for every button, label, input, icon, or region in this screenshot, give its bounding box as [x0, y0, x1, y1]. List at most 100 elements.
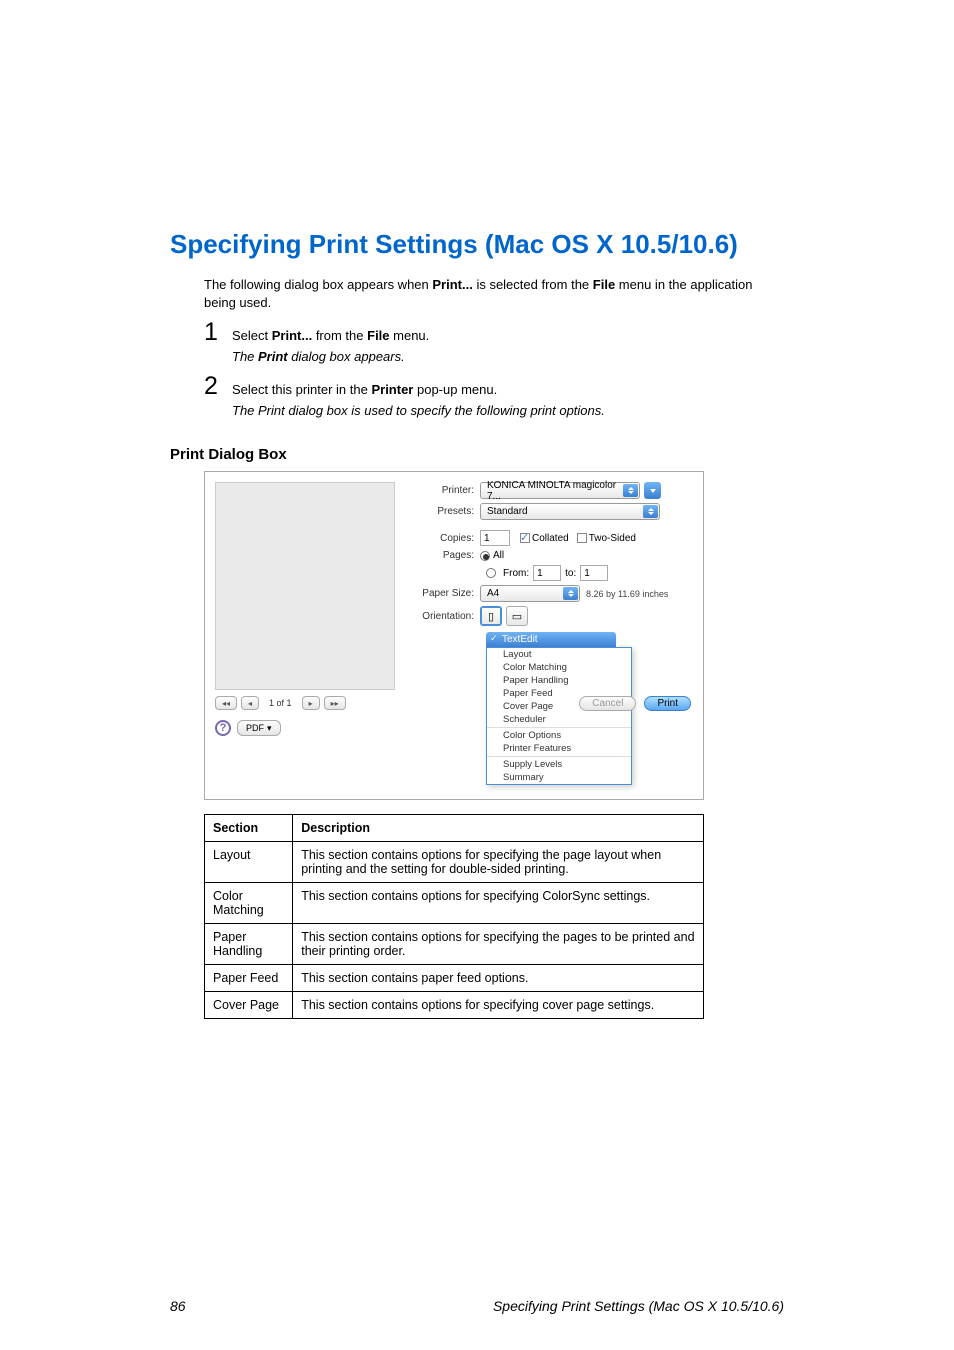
two-sided-label: Two-Sided: [589, 533, 636, 544]
landscape-icon: ▭: [512, 610, 522, 623]
pages-all-radio[interactable]: [480, 551, 490, 561]
dd-printer-features[interactable]: Printer Features: [487, 742, 631, 755]
step-1-number: 1: [204, 318, 222, 347]
pages-to-input[interactable]: [580, 565, 608, 581]
orientation-label: Orientation:: [416, 611, 480, 622]
footer-title: Specifying Print Settings (Mac OS X 10.5…: [493, 1298, 784, 1314]
step-2-number: 2: [204, 372, 222, 401]
step1-b: Print...: [272, 328, 312, 343]
pdf-label: PDF: [246, 723, 264, 733]
paper-size-label: Paper Size:: [416, 588, 480, 599]
step1-c: from the: [312, 328, 367, 343]
cell-desc: This section contains options for specif…: [293, 992, 704, 1019]
print-dialog-screenshot: ◂◂ ◂ 1 of 1 ▸ ▸▸ ? PDF▾ Printer:: [204, 471, 704, 800]
cell-section: Layout: [205, 842, 293, 883]
intro-paragraph: The following dialog box appears when Pr…: [204, 276, 784, 312]
cell-section: Paper Handling: [205, 924, 293, 965]
step-2-result: The Print dialog box is used to specify …: [232, 403, 784, 418]
intro-b: Print...: [432, 277, 472, 292]
two-sided-checkbox[interactable]: [577, 533, 587, 543]
page-footer: 86 Specifying Print Settings (Mac OS X 1…: [170, 1298, 784, 1314]
step-1-text: Select Print... from the File menu.: [232, 325, 429, 345]
pages-from-radio[interactable]: [486, 568, 496, 578]
presets-label: Presets:: [416, 506, 480, 517]
step1-e: menu.: [390, 328, 430, 343]
description-table: Section Description LayoutThis section c…: [204, 814, 704, 1019]
pages-from-label: From:: [503, 568, 529, 579]
s1s-c: dialog box appears.: [288, 349, 405, 364]
step2-c: pop-up menu.: [413, 382, 497, 397]
paper-size-note: 8.26 by 11.69 inches: [586, 589, 668, 599]
pages-to-label: to:: [565, 568, 576, 579]
orientation-portrait-button[interactable]: ▯: [480, 606, 502, 626]
th-section: Section: [205, 815, 293, 842]
subsection-heading: Print Dialog Box: [170, 446, 784, 463]
page-number: 86: [170, 1298, 186, 1314]
cell-section: Cover Page: [205, 992, 293, 1019]
pdf-button[interactable]: PDF▾: [237, 720, 281, 736]
step-1-result: The Print dialog box appears.: [232, 349, 784, 364]
table-row: Paper FeedThis section contains paper fe…: [205, 965, 704, 992]
paper-size-combo[interactable]: A4: [480, 585, 580, 602]
copies-input[interactable]: [480, 530, 510, 546]
collated-label: Collated: [532, 533, 569, 544]
table-row: Paper HandlingThis section contains opti…: [205, 924, 704, 965]
th-description: Description: [293, 815, 704, 842]
orientation-landscape-button[interactable]: ▭: [506, 606, 528, 626]
pager-next-button[interactable]: ▸: [302, 696, 320, 710]
cell-desc: This section contains options for specif…: [293, 842, 704, 883]
s1s-b: Print: [258, 349, 288, 364]
intro-c: is selected from the: [473, 277, 593, 292]
dd-color-matching[interactable]: Color Matching: [487, 661, 631, 674]
step2-a: Select this printer in the: [232, 382, 371, 397]
dd-sep-2: [487, 756, 631, 757]
printer-combo[interactable]: KONICA MINOLTA magicolor 7...: [480, 482, 640, 499]
collated-checkbox[interactable]: [520, 533, 530, 543]
pages-from-input[interactable]: [533, 565, 561, 581]
print-button[interactable]: Print: [644, 696, 691, 711]
s1s-a: The: [232, 349, 258, 364]
step-2-text: Select this printer in the Printer pop-u…: [232, 379, 497, 399]
pager-last-button[interactable]: ▸▸: [324, 696, 346, 710]
cell-section: Paper Feed: [205, 965, 293, 992]
step1-a: Select: [232, 328, 272, 343]
pager-prev-button[interactable]: ◂: [241, 696, 259, 710]
paper-size-value: A4: [487, 588, 499, 599]
copies-label: Copies:: [416, 533, 480, 544]
preview-pane: [215, 482, 395, 690]
dd-layout[interactable]: Layout: [487, 648, 631, 661]
dd-supply-levels[interactable]: Supply Levels: [487, 758, 631, 771]
pages-label: Pages:: [416, 550, 480, 561]
cell-desc: This section contains paper feed options…: [293, 965, 704, 992]
cancel-button[interactable]: Cancel: [579, 696, 636, 711]
dd-color-options[interactable]: Color Options: [487, 729, 631, 742]
table-row: LayoutThis section contains options for …: [205, 842, 704, 883]
help-icon[interactable]: ?: [215, 720, 231, 736]
dd-sep-1: [487, 727, 631, 728]
cell-section: Color Matching: [205, 883, 293, 924]
step-2: 2 Select this printer in the Printer pop…: [204, 372, 784, 401]
printer-combo-arrow-icon: [623, 484, 638, 497]
printer-value: KONICA MINOLTA magicolor 7...: [487, 480, 621, 502]
table-row: Cover PageThis section contains options …: [205, 992, 704, 1019]
pager-first-button[interactable]: ◂◂: [215, 696, 237, 710]
step2-b: Printer: [371, 382, 413, 397]
dd-paper-handling[interactable]: Paper Handling: [487, 674, 631, 687]
table-row: Color MatchingThis section contains opti…: [205, 883, 704, 924]
paper-size-arrow-icon: [563, 587, 578, 600]
cell-desc: This section contains options for specif…: [293, 924, 704, 965]
intro-a: The following dialog box appears when: [204, 277, 432, 292]
pages-all-label: All: [493, 550, 504, 561]
panel-dropdown-list: Layout Color Matching Paper Handling Pap…: [486, 647, 632, 785]
cell-desc: This section contains options for specif…: [293, 883, 704, 924]
section-heading: Specifying Print Settings (Mac OS X 10.5…: [170, 230, 784, 260]
dd-scheduler[interactable]: Scheduler: [487, 713, 631, 726]
dd-summary[interactable]: Summary: [487, 771, 631, 784]
panel-selected: TextEdit: [486, 632, 616, 647]
printer-label: Printer:: [416, 485, 480, 496]
presets-combo[interactable]: Standard: [480, 503, 660, 520]
presets-value: Standard: [487, 506, 528, 517]
step-1: 1 Select Print... from the File menu.: [204, 318, 784, 347]
step1-d: File: [367, 328, 389, 343]
printer-info-button[interactable]: [644, 482, 661, 499]
